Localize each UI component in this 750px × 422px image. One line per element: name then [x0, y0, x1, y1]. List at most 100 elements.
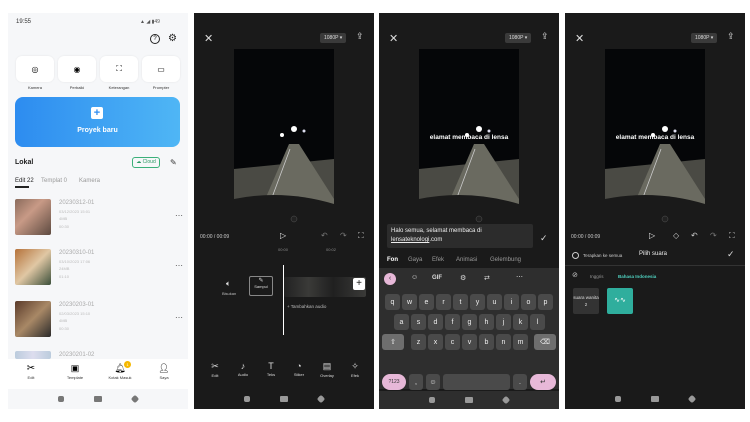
- add-audio-button[interactable]: + Tambahkan audio: [287, 304, 326, 309]
- redo-icon[interactable]: ↷: [340, 231, 347, 240]
- key-r[interactable]: r: [436, 294, 451, 310]
- quick-caption-button[interactable]: ⛶: [100, 56, 138, 82]
- settings-gear-icon[interactable]: ⚙: [168, 33, 177, 44]
- key-o[interactable]: o: [521, 294, 536, 310]
- export-icon[interactable]: ⇪: [727, 31, 735, 42]
- project-item[interactable]: 20230312-01 03/12/2023 15:01 4MB 00:30 ⋯: [15, 199, 183, 239]
- resolution-button[interactable]: 1080P ▾: [320, 33, 347, 43]
- keyframe-icon[interactable]: ◇: [673, 231, 679, 240]
- tab-camera[interactable]: Kamera: [79, 178, 100, 184]
- key-k[interactable]: k: [513, 314, 528, 330]
- keyboard-settings-icon[interactable]: ⚙: [460, 274, 466, 282]
- apply-all-radio[interactable]: [572, 252, 579, 259]
- undo-icon[interactable]: ↶: [321, 231, 328, 240]
- video-preview[interactable]: [234, 49, 334, 225]
- gif-button[interactable]: GIF: [432, 275, 442, 281]
- close-icon[interactable]: ✕: [204, 32, 213, 45]
- help-icon[interactable]: ?: [150, 34, 160, 44]
- quick-camera-button[interactable]: ◎: [16, 56, 54, 82]
- key-l[interactable]: l: [530, 314, 545, 330]
- backspace-key[interactable]: ⌫: [534, 334, 556, 350]
- fullscreen-icon[interactable]: ⛶: [729, 231, 735, 241]
- nav-edit[interactable]: ✂ Edit: [14, 363, 48, 380]
- export-icon[interactable]: ⇪: [541, 31, 549, 42]
- close-icon[interactable]: ✕: [575, 32, 584, 45]
- key-u[interactable]: u: [487, 294, 502, 310]
- cover-button[interactable]: ✎ Sampul: [249, 276, 273, 296]
- voice-option[interactable]: suara wanita 2: [573, 288, 599, 314]
- key-h[interactable]: h: [479, 314, 494, 330]
- key-a[interactable]: a: [394, 314, 409, 330]
- key-x[interactable]: x: [428, 334, 443, 350]
- undo-icon[interactable]: ↶: [691, 231, 698, 240]
- video-preview[interactable]: elamat membaca di lensa: [605, 49, 705, 225]
- nav-template[interactable]: ▣ Template: [58, 363, 92, 380]
- tool-sticker[interactable]: ◔ Stiker: [288, 361, 310, 377]
- selected-voice-waveform-icon[interactable]: ∿∿: [607, 288, 633, 314]
- tool-text[interactable]: T Teks: [260, 361, 282, 377]
- lang-english[interactable]: Inggris: [590, 274, 604, 279]
- quick-prompter-button[interactable]: ▭: [142, 56, 180, 82]
- new-project-button[interactable]: + Proyek baru: [15, 97, 180, 147]
- quick-enhance-button[interactable]: ◉: [58, 56, 96, 82]
- more-options-icon[interactable]: ⋯: [175, 261, 183, 270]
- caption-overlay[interactable]: elamat membaca di lensa: [419, 134, 519, 141]
- speaker-icon[interactable]: 🔈︎: [226, 279, 231, 289]
- key-d[interactable]: d: [428, 314, 443, 330]
- caption-text-input[interactable]: Halo semua, selamat membaca di lensatekn…: [387, 224, 533, 248]
- resolution-button[interactable]: 1080P ▾: [691, 33, 718, 43]
- key-v[interactable]: v: [462, 334, 477, 350]
- key-f[interactable]: f: [445, 314, 460, 330]
- more-icon[interactable]: ⋯: [516, 273, 523, 281]
- tool-audio[interactable]: ♪ Audio: [232, 361, 254, 377]
- fullscreen-icon[interactable]: ⛶: [358, 231, 364, 241]
- enter-key[interactable]: ↵: [530, 374, 556, 390]
- style-tab-effect[interactable]: Efek: [432, 257, 444, 263]
- close-icon[interactable]: ✕: [389, 32, 398, 45]
- translate-icon[interactable]: ⇄: [484, 274, 490, 282]
- space-key[interactable]: [443, 374, 510, 390]
- edit-pencil-icon[interactable]: ✎: [170, 158, 177, 167]
- no-voice-icon[interactable]: ⊘: [572, 271, 578, 279]
- caption-overlay[interactable]: elamat membaca di lensa: [605, 134, 705, 141]
- add-clip-button[interactable]: +: [353, 278, 365, 290]
- more-options-icon[interactable]: ⋯: [175, 211, 183, 220]
- key-q[interactable]: q: [385, 294, 400, 310]
- tab-template[interactable]: Templat 0: [41, 178, 67, 184]
- period-key[interactable]: .: [513, 374, 527, 390]
- style-tab-font[interactable]: Fon: [387, 257, 398, 263]
- video-preview[interactable]: elamat membaca di lensa: [419, 49, 519, 225]
- key-p[interactable]: p: [538, 294, 553, 310]
- key-n[interactable]: n: [496, 334, 511, 350]
- nav-profile[interactable]: 👤︎ Saya: [147, 363, 181, 380]
- tool-overlay[interactable]: ▤ Overlay: [316, 361, 338, 378]
- project-item[interactable]: 20230310-01 03/10/2023 17:06 24MB 01:10 …: [15, 249, 183, 289]
- export-icon[interactable]: ⇪: [356, 31, 364, 42]
- project-item[interactable]: 20230203-01 02/03/2023 15:10 4MB 00:30 ⋯: [15, 301, 183, 341]
- emoji-sticker-icon[interactable]: ☺: [411, 274, 418, 281]
- emoji-key[interactable]: ☺: [426, 374, 440, 390]
- confirm-check-icon[interactable]: ✓: [540, 233, 548, 244]
- tab-edit[interactable]: Edit 22: [15, 178, 34, 184]
- nav-inbox[interactable]: 🔔︎ Kotak Masuk 1: [103, 361, 137, 380]
- key-c[interactable]: c: [445, 334, 460, 350]
- style-tab-bubble[interactable]: Gelembung: [490, 257, 521, 263]
- style-tab-style[interactable]: Gaya: [408, 257, 422, 263]
- cloud-button[interactable]: ☁ Cloud: [132, 157, 160, 168]
- play-icon[interactable]: ▷: [649, 231, 655, 240]
- redo-icon[interactable]: ↷: [710, 231, 717, 240]
- key-z[interactable]: z: [411, 334, 426, 350]
- more-options-icon[interactable]: ⋯: [175, 313, 183, 322]
- comma-key[interactable]: ,: [409, 374, 423, 390]
- key-w[interactable]: w: [402, 294, 417, 310]
- lang-indonesian[interactable]: Bahasa Indonesia: [618, 274, 656, 279]
- key-j[interactable]: j: [496, 314, 511, 330]
- tool-edit[interactable]: ✂ Edit: [204, 361, 226, 378]
- key-m[interactable]: m: [513, 334, 528, 350]
- confirm-check-icon[interactable]: ✓: [727, 249, 735, 260]
- key-y[interactable]: y: [470, 294, 485, 310]
- shift-key[interactable]: ⇧: [382, 334, 404, 350]
- style-tab-animation[interactable]: Animasi: [456, 257, 477, 263]
- key-e[interactable]: e: [419, 294, 434, 310]
- keyboard-back-icon[interactable]: ‹: [384, 273, 396, 285]
